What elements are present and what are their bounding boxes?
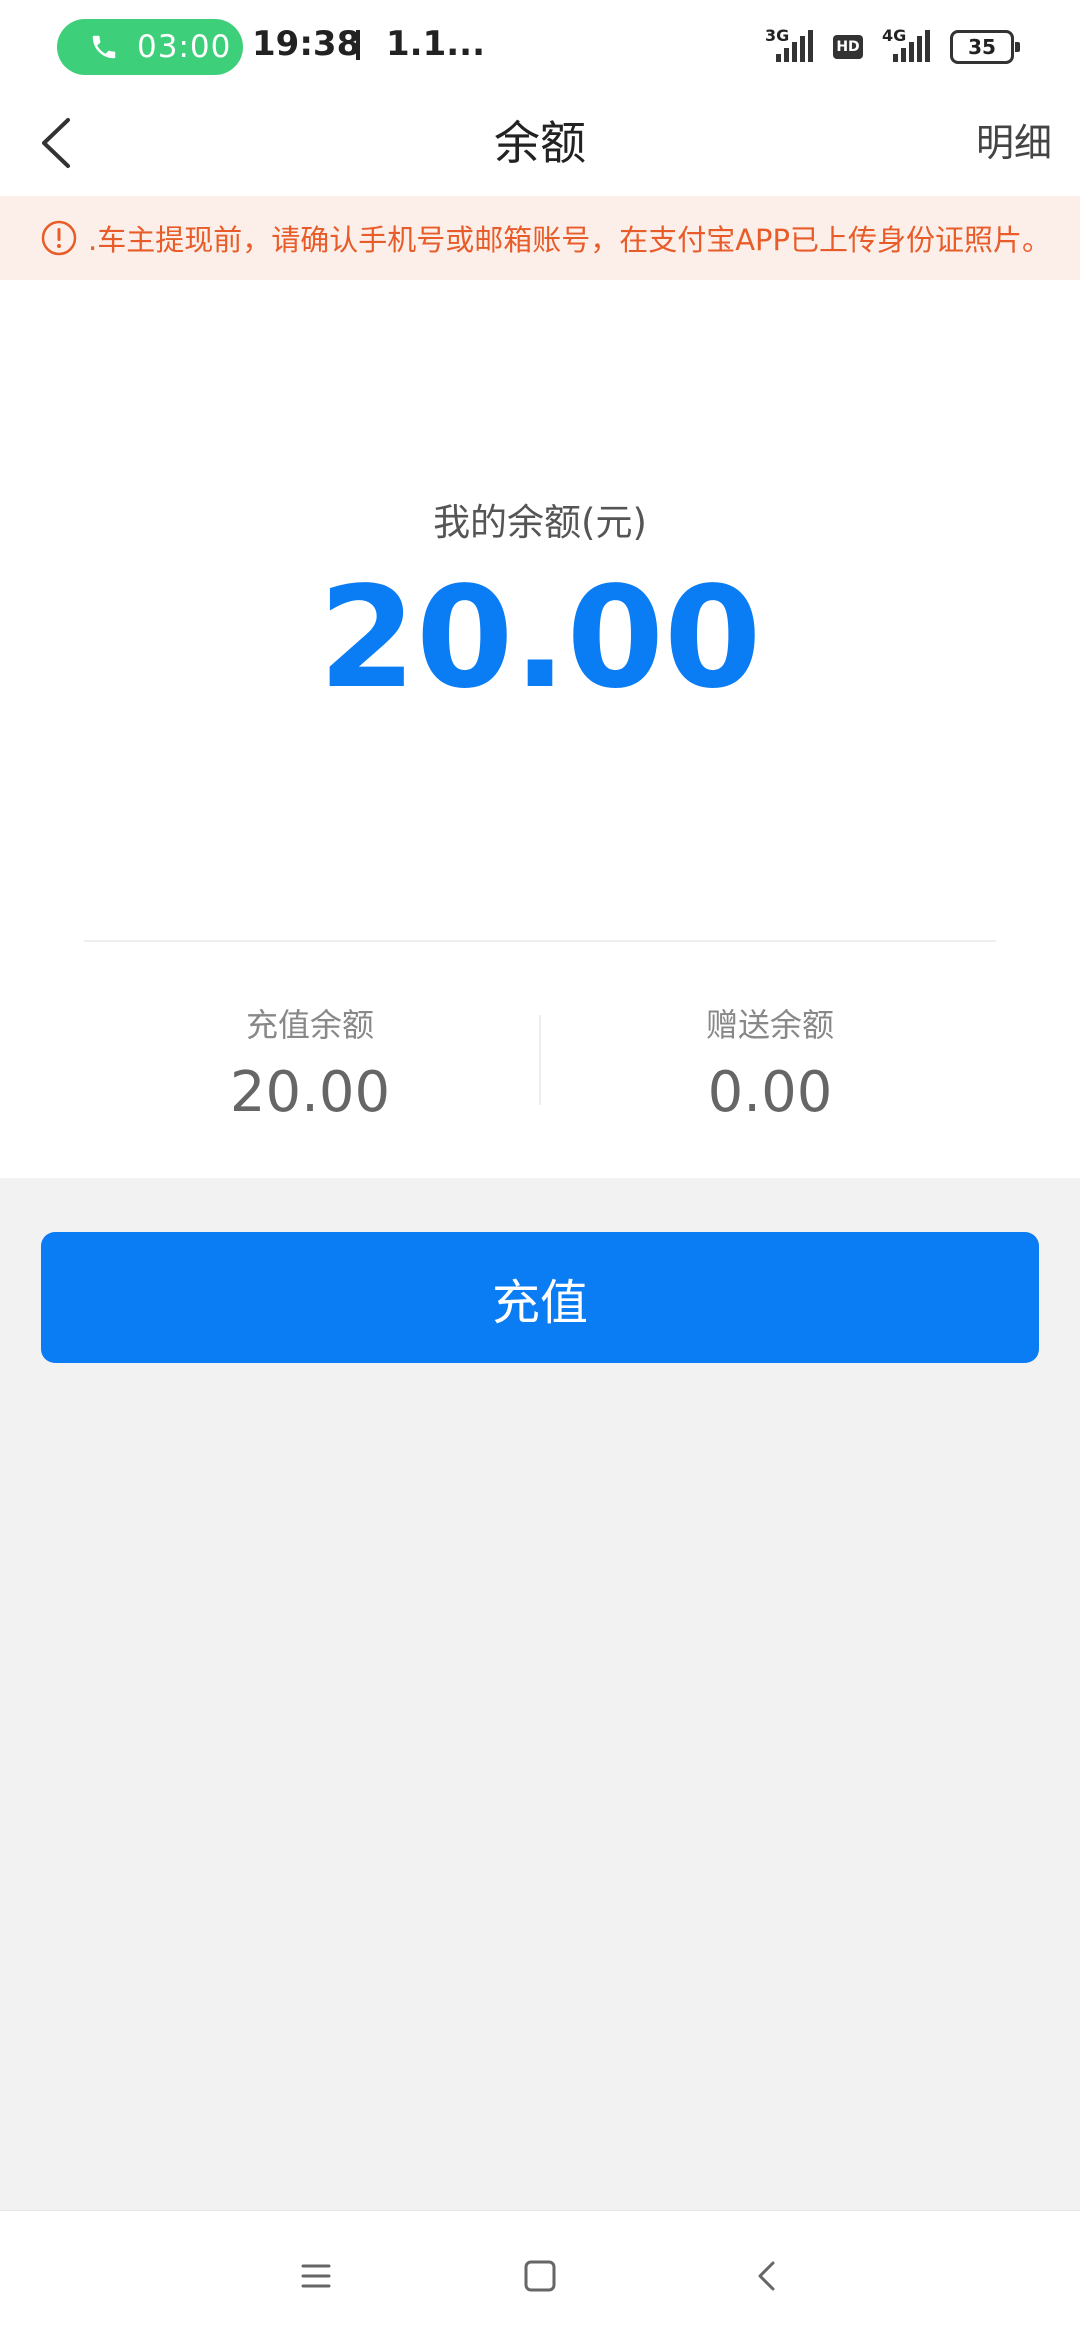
hd-voice-badge: HD [833, 35, 863, 59]
recharge-button[interactable]: 充值 [41, 1232, 1039, 1363]
nav-bar: 余额 明细 [0, 90, 1080, 196]
call-timer: 03:00 [137, 29, 232, 65]
home-icon[interactable] [515, 2251, 565, 2301]
back-icon[interactable] [742, 2251, 792, 2301]
menu-icon[interactable] [291, 2251, 341, 2301]
status-time: 19:38 [252, 24, 361, 64]
separator-bar [356, 30, 360, 60]
status-bar: 03:00 19:38 1.1... 3G HD 4G 35 [0, 0, 1080, 90]
back-arrow-icon[interactable] [30, 110, 90, 176]
balance-page: 03:00 19:38 1.1... 3G HD 4G 35 余额 明细 .车主… [0, 0, 1080, 2340]
signal-strength-icon-2 [893, 30, 930, 62]
detail-link[interactable]: 明细 [976, 90, 1052, 196]
phone-icon [92, 35, 116, 59]
balance-card: 我的余额(元) 20.00 充值余额 20.00 赠送余额 0.00 [0, 280, 1080, 1178]
battery-icon: 35 [950, 30, 1020, 64]
gift-balance-value: 0.00 [707, 1060, 833, 1125]
gift-balance-label: 赠送余额 [705, 1006, 834, 1044]
notice-banner: .车主提现前，请确认手机号或邮箱账号，在支付宝APP已上传身份证照片。 [0, 196, 1080, 280]
battery-level: 35 [968, 35, 996, 59]
recharge-balance-column: 充值余额 20.00 [40, 1000, 580, 1125]
carrier-text: 1.1... [386, 24, 485, 64]
signal-strength-icon [776, 30, 813, 62]
gift-balance-column: 赠送余额 0.00 [500, 1000, 1040, 1125]
balance-amount: 20.00 [318, 557, 762, 720]
notice-text: .车主提现前，请确认手机号或邮箱账号，在支付宝APP已上传身份证照片。 [88, 223, 1052, 257]
ongoing-call-pill[interactable]: 03:00 [57, 19, 243, 75]
system-nav-bar [0, 2210, 1080, 2340]
divider [84, 940, 996, 942]
balance-label: 我的余额(元) [433, 501, 647, 544]
recharge-balance-label: 充值余额 [245, 1006, 374, 1044]
page-title: 余额 [494, 116, 586, 170]
recharge-balance-value: 20.00 [229, 1060, 391, 1125]
warning-circle-icon [41, 220, 77, 256]
